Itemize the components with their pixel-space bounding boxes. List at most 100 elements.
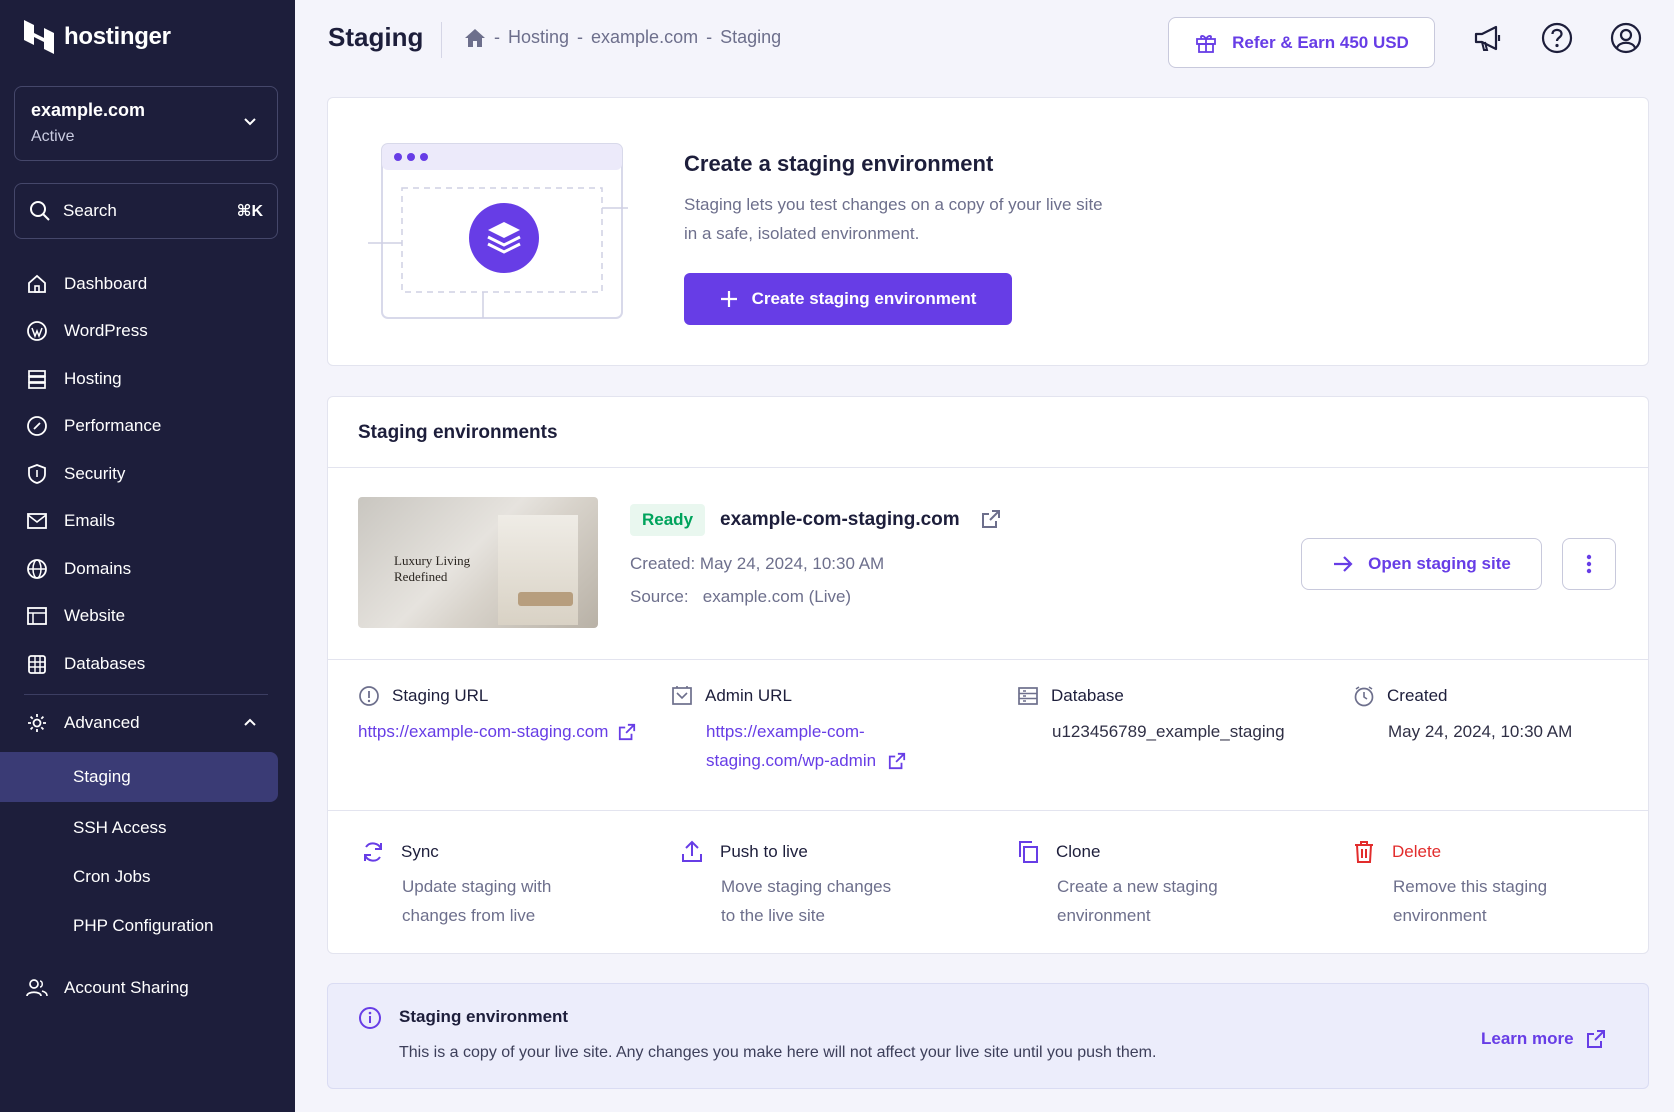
- globe-icon: [27, 558, 47, 579]
- browser-icon: [27, 607, 47, 626]
- megaphone-icon[interactable]: [1472, 22, 1504, 54]
- detail-created: Created May 24, 2024, 10:30 AM: [1353, 685, 1572, 746]
- search-input[interactable]: Search ⌘K: [14, 183, 278, 239]
- create-desc-line: in a safe, isolated environment.: [684, 224, 920, 243]
- sidebar-subitem-php-configuration[interactable]: PHP Configuration: [0, 901, 295, 951]
- sidebar-item-hosting[interactable]: Hosting: [0, 355, 295, 403]
- info-circle-icon: [359, 686, 379, 706]
- sidebar-item-dashboard[interactable]: Dashboard: [0, 260, 295, 308]
- staging-url-link[interactable]: https://example-com-staging.com: [358, 717, 608, 746]
- more-options-button[interactable]: [1562, 538, 1616, 590]
- breadcrumb-separator: -: [577, 27, 584, 47]
- search-shortcut: ⌘K: [236, 203, 263, 220]
- detail-label: Staging URL: [392, 686, 489, 705]
- admin-url-link[interactable]: https://example-com-: [706, 717, 906, 746]
- source-value: example.com (Live): [702, 587, 852, 606]
- sidebar-item-label: Security: [64, 463, 126, 483]
- sidebar-item-databases[interactable]: Databases: [0, 640, 295, 688]
- refer-earn-label: Refer & Earn 450 USD: [1232, 32, 1409, 52]
- sidebar-item-emails[interactable]: Emails: [0, 498, 295, 546]
- server-icon: [28, 369, 46, 389]
- home-icon[interactable]: [464, 28, 486, 48]
- created-date: May 24, 2024, 10:30 AM: [1388, 722, 1573, 741]
- database-icon: [1018, 687, 1038, 705]
- thumbnail-headline: Luxury Living Redefined: [394, 553, 470, 585]
- sidebar-subitem-cron-jobs[interactable]: Cron Jobs: [0, 852, 295, 902]
- sidebar-item-advanced[interactable]: Advanced: [0, 698, 295, 748]
- breadcrumb-item-staging: Staging: [720, 27, 782, 47]
- sidebar-item-wordpress[interactable]: WordPress: [0, 308, 295, 356]
- push-label: Push to live: [720, 842, 808, 861]
- clone-description: Create a new staging: [1057, 877, 1218, 896]
- staging-environments-title: Staging environments: [358, 422, 558, 443]
- sidebar-item-account-sharing[interactable]: Account Sharing: [0, 963, 295, 1013]
- sidebar-nav: Dashboard WordPress Hosting Performance …: [0, 260, 295, 688]
- sidebar-item-security[interactable]: Security: [0, 450, 295, 498]
- account-icon[interactable]: [1610, 22, 1642, 54]
- sync-description: changes from live: [402, 906, 536, 925]
- sidebar-item-website[interactable]: Website: [0, 593, 295, 641]
- create-staging-label: Create staging environment: [751, 289, 977, 308]
- sidebar-subitem-staging[interactable]: Staging: [0, 752, 278, 802]
- gift-icon: [1196, 34, 1217, 53]
- users-icon: [26, 979, 48, 997]
- external-link-icon[interactable]: [888, 752, 906, 770]
- chevron-down-icon: [244, 118, 256, 126]
- external-link-icon[interactable]: [981, 509, 1001, 529]
- detail-database: Database u123456789_example_staging: [1017, 685, 1285, 746]
- detail-admin-url: Admin URL https://example-com- staging.c…: [671, 685, 906, 775]
- clone-action[interactable]: Clone Create a new staging environment: [1016, 840, 1246, 930]
- thumbnail-room-image: [498, 515, 578, 625]
- create-staging-description: Staging lets you test changes on a copy …: [684, 190, 1144, 248]
- breadcrumb: - Hosting - example.com - Staging: [464, 27, 781, 48]
- info-icon: [359, 1007, 381, 1029]
- sidebar-subitem-ssh-access[interactable]: SSH Access: [0, 803, 295, 853]
- push-description: Move staging changes: [721, 877, 892, 896]
- site-selector[interactable]: example.com Active: [14, 86, 278, 161]
- site-name: example.com: [31, 100, 146, 120]
- upload-icon: [682, 840, 702, 862]
- sync-description: Update staging with: [402, 877, 552, 896]
- admin-url-link[interactable]: staging.com/wp-admin: [706, 746, 876, 775]
- detail-label: Created: [1387, 686, 1448, 705]
- sidebar-item-domains[interactable]: Domains: [0, 545, 295, 593]
- refer-earn-button[interactable]: Refer & Earn 450 USD: [1168, 17, 1435, 68]
- help-icon[interactable]: [1541, 22, 1573, 54]
- breadcrumb-item-site[interactable]: example.com: [591, 27, 698, 48]
- detail-label: Admin URL: [705, 686, 792, 705]
- brand-logo[interactable]: hostinger: [24, 20, 171, 54]
- gear-icon: [28, 714, 46, 732]
- mail-icon: [27, 513, 47, 530]
- create-staging-title: Create a staging environment: [684, 151, 994, 176]
- divider: [328, 810, 1648, 811]
- delete-description: environment: [1393, 906, 1487, 925]
- sidebar-item-label: Domains: [64, 558, 132, 578]
- status-badge: Ready: [630, 504, 706, 536]
- external-link-icon[interactable]: [618, 723, 636, 741]
- sidebar-item-performance[interactable]: Performance: [0, 403, 295, 451]
- sidebar-item-label: WordPress: [64, 321, 148, 341]
- thumbnail-sofa-shape: [518, 592, 573, 606]
- staging-illustration: [368, 143, 628, 319]
- detail-label: Database: [1051, 686, 1124, 705]
- open-staging-site-button[interactable]: Open staging site: [1301, 538, 1542, 590]
- sidebar-item-label: Account Sharing: [64, 978, 189, 997]
- delete-description: Remove this staging: [1393, 877, 1548, 896]
- site-status: Active: [31, 128, 75, 145]
- push-to-live-action[interactable]: Push to live Move staging changes to the…: [680, 840, 910, 930]
- site-thumbnail[interactable]: Luxury Living Redefined: [358, 497, 598, 628]
- sync-action[interactable]: Sync Update staging with changes from li…: [361, 840, 591, 930]
- learn-more-link[interactable]: Learn more: [1481, 1029, 1606, 1049]
- delete-action[interactable]: Delete Remove this staging environment: [1352, 840, 1582, 930]
- admin-panel-icon: [672, 686, 692, 705]
- sidebar-item-label: Emails: [64, 511, 116, 531]
- clone-description: environment: [1057, 906, 1151, 925]
- source-label: Source:: [630, 587, 689, 606]
- staging-source: Source: example.com (Live): [630, 587, 851, 607]
- create-staging-button[interactable]: Create staging environment: [684, 273, 1012, 325]
- clone-label: Clone: [1056, 842, 1101, 861]
- staging-domain[interactable]: example-com-staging.com: [720, 509, 960, 531]
- breadcrumb-item-hosting[interactable]: Hosting: [508, 27, 569, 48]
- divider: [328, 659, 1648, 660]
- trash-icon: [1355, 841, 1373, 863]
